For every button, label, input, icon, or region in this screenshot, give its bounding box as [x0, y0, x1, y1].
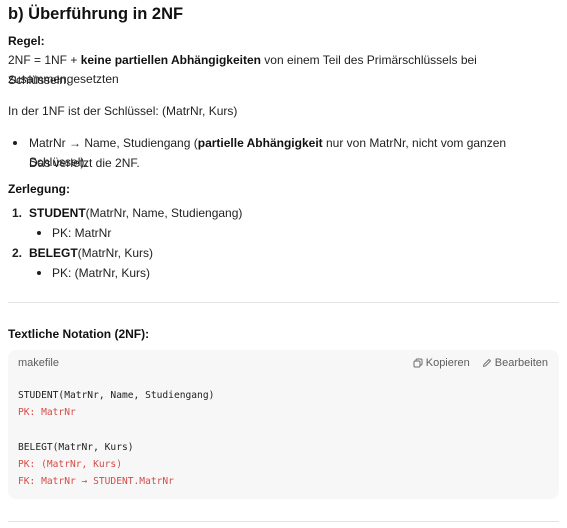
bullet-dot	[37, 231, 41, 235]
code-language-label: makefile	[18, 357, 59, 369]
rule-label: Regel:	[8, 34, 45, 48]
list-item: BELEGT(MatrNr, Kurs)	[29, 244, 153, 263]
code-line: PK: MatrNr	[18, 407, 76, 418]
primary-key-text: PK: MatrNr	[52, 226, 112, 240]
code-block: makefile Kopieren Bearbeiten STUDENT(Mat…	[8, 350, 559, 499]
primary-key-text: PK: (MatrNr, Kurs)	[52, 266, 151, 280]
rule-bold: keine partiellen Abhängigkeiten	[80, 53, 261, 67]
copy-icon	[413, 358, 423, 368]
code-line: FK: MatrNr → STUDENT.MatrNr	[18, 476, 174, 487]
edit-button[interactable]: Bearbeiten	[482, 357, 548, 369]
bullet-dot	[13, 141, 17, 145]
code-line: BELEGT(MatrNr, Kurs)	[18, 442, 134, 453]
code-line: PK: (MatrNr, Kurs)	[18, 459, 122, 470]
edit-label: Bearbeiten	[494, 357, 548, 369]
key-line: In der 1NF ist der Schlüssel: (MatrNr, K…	[8, 104, 238, 118]
bullet-dot	[37, 271, 41, 275]
notation-heading: Textliche Notation (2NF):	[8, 327, 150, 341]
bullet-bold: partielle Abhängigkeit	[197, 136, 323, 150]
code-line: STUDENT(MatrNr, Name, Studiengang)	[18, 390, 215, 401]
bullet-prefix: MatrNr → Name, Studiengang (	[29, 136, 198, 150]
list-number: 2.	[12, 246, 23, 260]
divider	[8, 521, 559, 522]
divider	[8, 302, 559, 303]
relation-attrs: (MatrNr, Kurs)	[77, 246, 154, 260]
copy-label: Kopieren	[425, 357, 470, 369]
copy-button[interactable]: Kopieren	[413, 357, 470, 369]
list-item: STUDENT(MatrNr, Name, Studiengang)	[29, 204, 242, 223]
rule-prefix: 2NF = 1NF +	[8, 53, 81, 67]
chat-response: b) Überführung in 2NF Regel: 2NF = 1NF +…	[0, 0, 567, 528]
list-number: 1.	[12, 206, 23, 220]
relation-attrs: (MatrNr, Name, Studiengang)	[85, 206, 243, 220]
section-heading: b) Überführung in 2NF	[8, 5, 184, 23]
relation-name: BELEGT	[29, 246, 78, 260]
bullet-text-line2: Das verletzt die 2NF.	[29, 156, 140, 170]
decomposition-label: Zerlegung:	[8, 182, 70, 196]
code-actions: Kopieren Bearbeiten	[413, 357, 548, 369]
pencil-icon	[482, 358, 492, 368]
relation-name: STUDENT	[29, 206, 86, 220]
rule-text-line2: Schlüsseln.	[8, 73, 70, 87]
